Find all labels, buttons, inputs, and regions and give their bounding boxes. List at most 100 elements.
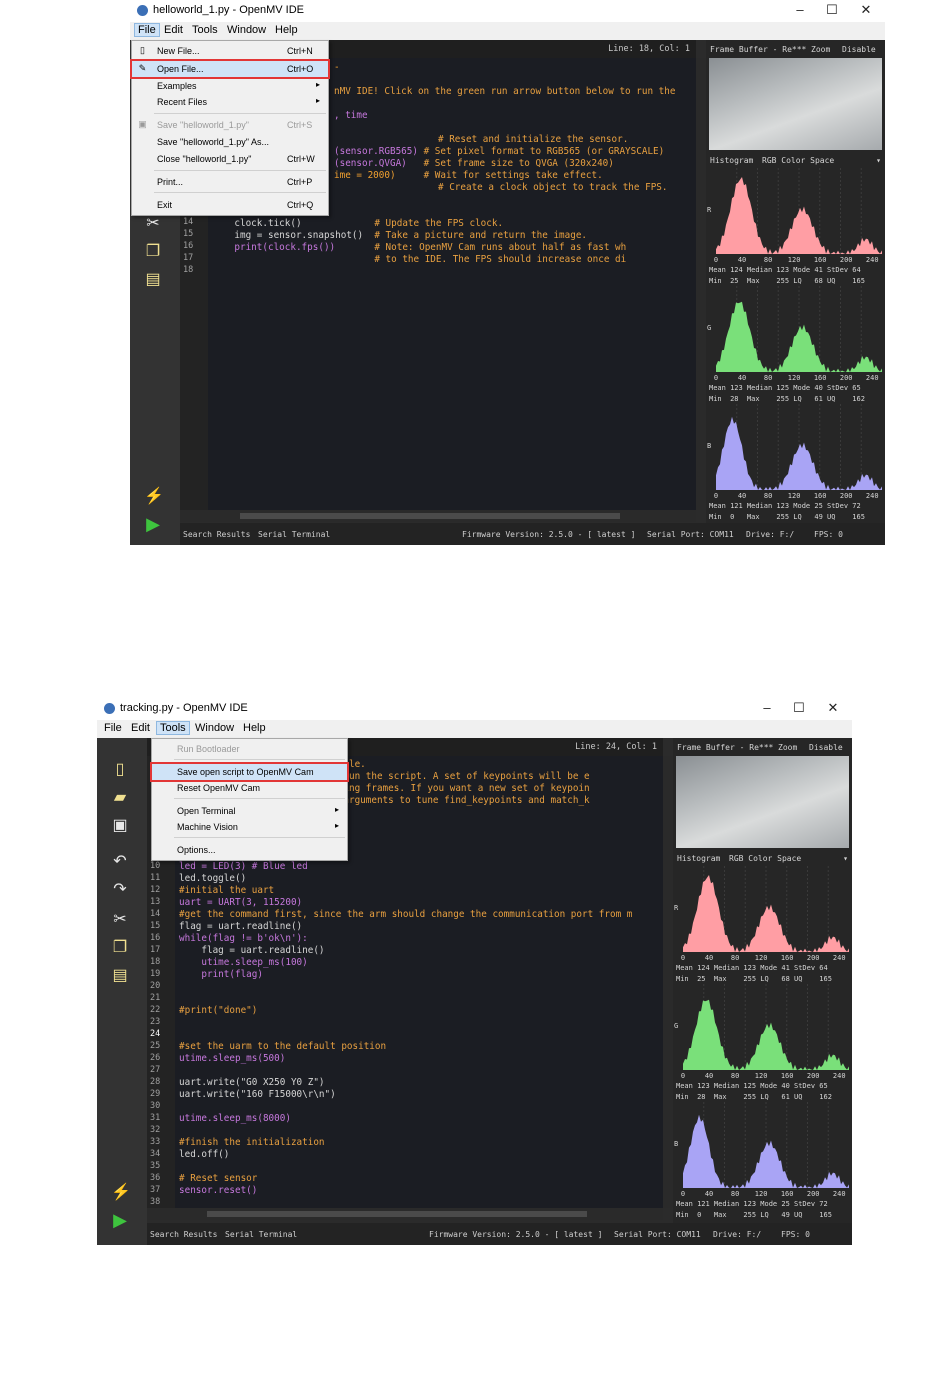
menu-item-save-script-to-cam[interactable]: Save open script to OpenMV Cam (150, 762, 349, 782)
histogram-red-plot (716, 168, 882, 254)
histogram-tick-label: 40 (704, 1190, 714, 1198)
menu-item-reset-cam[interactable]: Reset OpenMV Cam (152, 780, 347, 796)
menu-edit[interactable]: Edit (161, 24, 186, 36)
frame-buffer-label: Frame Buffer - Re*** (677, 743, 774, 752)
menu-item-open-file[interactable]: ✎ Open File... Ctrl+O (130, 59, 330, 79)
shortcut-label: Ctrl+S (287, 120, 313, 130)
histogram-tick-label: 0 (680, 1190, 686, 1198)
copy-icon[interactable]: ❐ (144, 242, 162, 262)
paste-icon[interactable]: ▤ (111, 966, 129, 986)
search-results-tab[interactable]: Search Results (183, 530, 250, 539)
menu-window[interactable]: Window (192, 722, 237, 734)
menu-item-new-file[interactable]: ▯ New File... Ctrl+N (132, 43, 328, 59)
line-number: 24 (150, 1029, 161, 1039)
menu-item-save[interactable]: ▣ Save "helloworld_1.py" Ctrl+S (132, 117, 328, 133)
color-space-select[interactable]: RGB Color Space (729, 854, 801, 863)
menu-item-close[interactable]: Close "helloworld_1.py" Ctrl+W (132, 151, 328, 167)
connect-icon[interactable]: ⚡ (111, 1183, 131, 1203)
firmware-version[interactable]: Firmware Version: 2.5.0 - [ latest ] (462, 530, 635, 539)
scroll-thumb[interactable] (207, 1211, 587, 1217)
status-bar: Search Results Serial Terminal Firmware … (147, 1223, 852, 1245)
run-icon[interactable]: ▶ (144, 514, 162, 534)
shortcut-label: Ctrl+O (287, 64, 314, 74)
menu-help[interactable]: Help (240, 722, 269, 734)
zoom-button[interactable]: Zoom (811, 45, 830, 54)
shortcut-label: Ctrl+P (287, 177, 313, 187)
line-number: 20 (150, 981, 161, 991)
line-number: 16 (183, 241, 194, 251)
line-number: 15 (183, 229, 194, 239)
new-file-icon[interactable]: ▯ (111, 760, 129, 780)
histogram-tick-label: 40 (737, 374, 747, 382)
line-number: 23 (150, 1017, 161, 1027)
paste-icon[interactable]: ▤ (144, 270, 162, 290)
menu-help[interactable]: Help (272, 24, 301, 36)
disable-button[interactable]: Disable (809, 743, 843, 752)
menu-item-run-bootloader[interactable]: Run Bootloader (152, 741, 347, 757)
menu-edit[interactable]: Edit (128, 722, 153, 734)
left-toolbar: ▯ ▰ ▣ ↶ ↷ ✂ ❐ ▤ ⚡ ▶ (97, 738, 147, 1245)
chevron-down-icon[interactable]: ▾ (876, 156, 881, 165)
shortcut-label: Ctrl+W (287, 154, 315, 164)
serial-terminal-tab[interactable]: Serial Terminal (258, 530, 330, 539)
histogram-tick-label: 40 (737, 492, 747, 500)
scroll-thumb[interactable] (240, 513, 620, 519)
connect-icon[interactable]: ⚡ (144, 487, 164, 507)
menu-item-save-as[interactable]: Save "helloworld_1.py" As... (132, 134, 328, 150)
code-text: uart.write("160 F15000\r\n") (179, 1089, 336, 1100)
line-number: 10 (150, 861, 161, 871)
firmware-version[interactable]: Firmware Version: 2.5.0 - [ latest ] (429, 1230, 602, 1239)
run-icon[interactable]: ▶ (111, 1210, 129, 1230)
search-results-tab[interactable]: Search Results (150, 1230, 217, 1239)
menu-item-examples[interactable]: Examples ▸ (132, 78, 328, 94)
histogram-tick-label: 200 (839, 374, 853, 382)
maximize-icon[interactable]: ☐ (825, 2, 839, 18)
save-icon[interactable]: ▣ (111, 816, 129, 836)
vertical-scrollbar[interactable] (696, 58, 706, 510)
chevron-down-icon[interactable]: ▾ (843, 854, 848, 863)
close-icon[interactable]: ✕ (826, 700, 840, 716)
menu-file[interactable]: File (101, 722, 125, 734)
horizontal-scrollbar[interactable] (147, 1208, 663, 1220)
minimize-icon[interactable]: – (793, 2, 807, 17)
vertical-scrollbar[interactable] (663, 756, 673, 1208)
line-number: 15 (150, 921, 161, 931)
cut-icon[interactable]: ✂ (144, 214, 162, 234)
menu-item-label: Open Terminal (177, 806, 236, 816)
histogram-tick-label: 240 (832, 1190, 846, 1198)
maximize-icon[interactable]: ☐ (792, 700, 806, 716)
histogram-red: R 0 40 80 120 160 200 240 Mean 124 Median 123 … (706, 168, 885, 286)
menu-window[interactable]: Window (224, 24, 269, 36)
close-icon[interactable]: ✕ (859, 2, 873, 18)
line-number: 21 (150, 993, 161, 1003)
menu-item-options[interactable]: Options... (152, 842, 347, 858)
zoom-button[interactable]: Zoom (778, 743, 797, 752)
undo-icon[interactable]: ↶ (111, 852, 129, 872)
menu-file[interactable]: File (134, 23, 160, 37)
menu-tools[interactable]: Tools (156, 721, 190, 735)
copy-icon[interactable]: ❐ (111, 938, 129, 958)
menu-item-recent-files[interactable]: Recent Files ▸ (132, 94, 328, 110)
open-folder-icon[interactable]: ▰ (111, 788, 129, 808)
code-text: ime = 2000) (334, 170, 424, 181)
cut-icon[interactable]: ✂ (111, 910, 129, 930)
menu-item-print[interactable]: Print... Ctrl+P (132, 174, 328, 190)
menu-tools[interactable]: Tools (189, 24, 221, 36)
serial-terminal-tab[interactable]: Serial Terminal (225, 1230, 297, 1239)
menu-item-exit[interactable]: Exit Ctrl+Q (132, 197, 328, 213)
histogram-tick-label: 80 (730, 954, 740, 962)
ide-window-2: tracking.py - OpenMV IDE – ☐ ✕ File Edit… (97, 698, 852, 1245)
redo-icon[interactable]: ↷ (111, 880, 129, 900)
disable-button[interactable]: Disable (842, 45, 876, 54)
color-space-select[interactable]: RGB Color Space (762, 156, 834, 165)
histogram-tick-label: 40 (737, 256, 747, 264)
line-number: 18 (150, 957, 161, 967)
horizontal-scrollbar[interactable] (180, 510, 696, 522)
minimize-icon[interactable]: – (760, 700, 774, 715)
menu-item-label: Examples (157, 81, 197, 91)
line-number: 36 (150, 1173, 161, 1183)
histogram-stats: Mean 124 Median 123 Mode 41 StDev 64 (676, 964, 828, 972)
menu-item-open-terminal[interactable]: Open Terminal ▸ (152, 803, 347, 819)
menu-item-machine-vision[interactable]: Machine Vision ▸ (152, 819, 347, 835)
line-number: 29 (150, 1089, 161, 1099)
